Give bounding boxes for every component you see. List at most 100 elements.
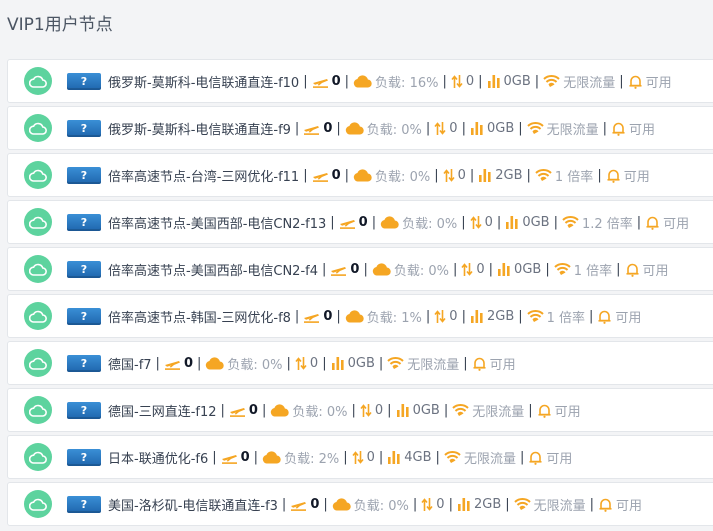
usage-value: 0GB — [486, 120, 515, 136]
load-label: 负载: — [292, 404, 323, 420]
separator: | — [323, 496, 328, 512]
node-row[interactable]: ? 日本-联通优化-f6 | 0 | 负载: 2% | 0 | 4GB | 无限… — [7, 435, 713, 479]
separator: | — [196, 355, 202, 371]
node-name[interactable]: 倍率高速节点-美国西部-电信CN2-f13 — [108, 213, 326, 232]
arrows-updown-icon — [470, 215, 482, 230]
question-badge-label: ? — [80, 356, 88, 370]
separator: | — [330, 214, 335, 230]
separator: | — [435, 449, 440, 465]
arrows-updown-icon — [451, 74, 463, 89]
load-label: 负载: — [366, 122, 398, 138]
online-count: 0 — [183, 355, 193, 371]
question-badge[interactable]: ? — [67, 495, 101, 513]
node-name[interactable]: 俄罗斯-莫斯科-电信联通直连-f10 — [108, 72, 299, 91]
node-name[interactable]: 倍率高速节点-美国西部-电信CN2-f4 — [108, 260, 318, 279]
question-badge[interactable]: ? — [67, 72, 101, 90]
node-row[interactable]: ? 倍率高速节点-美国西部-电信CN2-f13 | 0 | 负载: 0% | 0… — [7, 200, 713, 244]
question-badge[interactable]: ? — [67, 448, 101, 466]
separator: | — [371, 214, 377, 230]
node-cloud-icon — [24, 302, 52, 330]
question-badge[interactable]: ? — [67, 401, 101, 419]
node-name[interactable]: 日本-联通优化-f6 — [108, 448, 208, 467]
wifi-icon — [526, 309, 544, 323]
separator: | — [294, 308, 300, 324]
speed-value: 0 — [465, 73, 475, 89]
arrows-updown-icon — [360, 403, 372, 418]
node-row[interactable]: ? 美国-洛杉矶-电信联通直连-f3 | 0 | 负载: 0% | 0 | 2G… — [7, 482, 713, 526]
usage-value: 0GB — [522, 214, 550, 230]
speed-value: 0 — [449, 120, 458, 136]
question-badge[interactable]: ? — [67, 119, 101, 137]
node-row[interactable]: ? 俄罗斯-莫斯科-电信联通直连-f10 | 0 | 负载: 16% | 0 |… — [7, 59, 713, 103]
load-cloud-icon — [262, 450, 281, 464]
traffic-value: 无限流量 — [546, 122, 599, 138]
load-label: 负载: — [366, 310, 398, 326]
separator: | — [442, 73, 447, 89]
plane-icon — [339, 215, 356, 229]
arrows-updown-icon — [295, 356, 307, 371]
usage-value: 0GB — [347, 355, 375, 371]
separator: | — [322, 355, 327, 371]
wifi-icon — [562, 215, 579, 229]
bar-chart-icon — [478, 168, 492, 182]
load-cloud-icon — [380, 215, 399, 229]
separator: | — [619, 73, 624, 89]
bar-chart-icon — [387, 450, 401, 464]
bell-icon — [606, 168, 621, 183]
node-row[interactable]: ? 德国-三网直连-f12 | 0 | 负载: 0% | 0 | 0GB | 无… — [7, 388, 713, 432]
traffic-value: 无限流量 — [407, 357, 460, 373]
node-row[interactable]: ? 俄罗斯-莫斯科-电信联通直连-f9 | 0 | 负载: 0% | 0 | 0… — [7, 106, 713, 150]
plane-icon — [330, 262, 347, 276]
separator: | — [261, 402, 267, 418]
node-row[interactable]: ? 倍率高速节点-韩国-三网优化-f8 | 0 | 负载: 1% | 0 | 2… — [7, 294, 713, 338]
load-label: 负载: — [353, 498, 385, 514]
separator: | — [212, 449, 217, 465]
question-badge-label: ? — [80, 497, 88, 511]
status-value: 可用 — [489, 357, 516, 373]
bar-chart-icon — [457, 497, 471, 511]
separator: | — [344, 167, 350, 183]
node-cloud-icon — [24, 396, 52, 424]
node-name[interactable]: 倍率高速节点-台湾-三网优化-f11 — [108, 166, 299, 185]
question-badge[interactable]: ? — [67, 166, 101, 184]
question-badge[interactable]: ? — [67, 260, 101, 278]
arrows-updown-icon — [434, 121, 446, 136]
separator: | — [378, 449, 384, 465]
status-value: 可用 — [645, 75, 672, 91]
node-row[interactable]: ? 倍率高速节点-台湾-三网优化-f11 | 0 | 负载: 0% | 0 | … — [7, 153, 713, 197]
question-badge-label: ? — [80, 121, 88, 135]
node-cloud-icon — [24, 255, 52, 283]
node-name[interactable]: 德国-f7 — [108, 354, 152, 373]
online-count: 0 — [323, 308, 333, 324]
separator: | — [343, 449, 348, 465]
load-value: 0% — [326, 404, 348, 420]
plane-icon — [229, 403, 246, 417]
load-value: 0% — [401, 122, 422, 138]
question-badge-label: ? — [80, 215, 88, 229]
load-label: 负载: — [284, 451, 315, 467]
bell-icon — [472, 356, 487, 371]
question-badge[interactable]: ? — [67, 307, 101, 325]
node-name[interactable]: 俄罗斯-莫斯科-电信联通直连-f9 — [108, 119, 291, 138]
separator: | — [589, 308, 594, 324]
plane-icon — [290, 497, 307, 511]
question-badge-label: ? — [80, 74, 88, 88]
node-row[interactable]: ? 倍率高速节点-美国西部-电信CN2-f4 | 0 | 负载: 0% | 0 … — [7, 247, 713, 291]
node-row[interactable]: ? 德国-f7 | 0 | 负载: 0% | 0 | 0GB | 无限流量 | … — [7, 341, 713, 385]
separator: | — [518, 308, 523, 324]
separator: | — [461, 214, 466, 230]
wifi-icon — [444, 450, 461, 464]
separator: | — [545, 261, 550, 277]
node-name[interactable]: 美国-洛杉矶-电信联通直连-f3 — [108, 495, 278, 514]
usage-value: 0GB — [412, 402, 440, 418]
node-cloud-icon — [24, 349, 52, 377]
node-name[interactable]: 倍率高速节点-韩国-三网优化-f8 — [108, 307, 291, 326]
node-name[interactable]: 德国-三网直连-f12 — [108, 401, 217, 420]
load-value: 0% — [261, 357, 283, 373]
load-label: 负载: — [375, 169, 406, 185]
load-cloud-icon — [205, 356, 225, 370]
usage-value: 2GB — [486, 308, 515, 324]
question-badge[interactable]: ? — [67, 354, 101, 372]
separator: | — [412, 496, 418, 512]
question-badge[interactable]: ? — [67, 213, 101, 231]
